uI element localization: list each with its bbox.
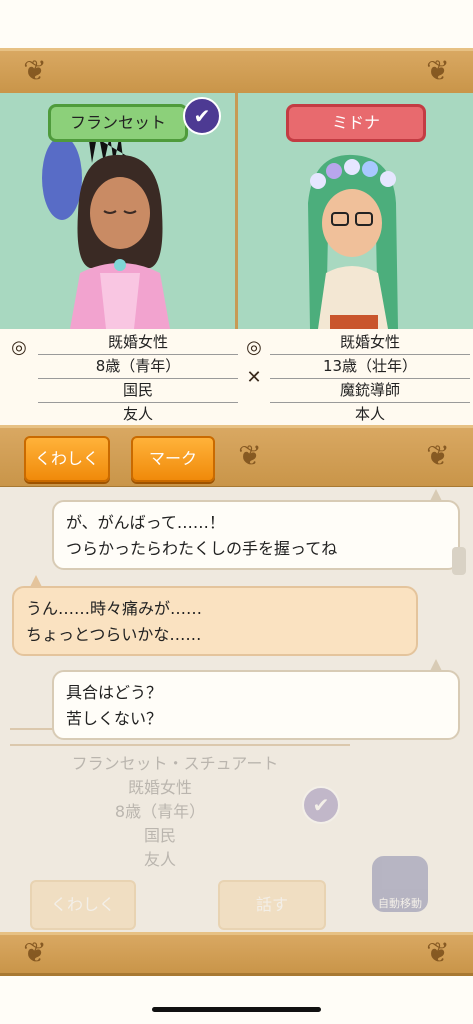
card-info-age: 8歳（青年）	[114, 802, 206, 821]
left-character-portrait: フランセット ✔	[0, 93, 235, 329]
ornament-scroll-icon: ❦	[23, 54, 47, 87]
bubble-tail	[430, 659, 442, 671]
ornament-scroll-icon: ❦	[426, 439, 450, 472]
chat-message: 具合はどう？ 苦しくない？	[52, 670, 460, 740]
top-ornate-bar: ❦ ❦	[0, 48, 473, 96]
background-character-card: フランセット・スチュアート 既婚女性 8歳（青年） 国民 友人 ✔ くわしく 話…	[0, 728, 473, 932]
right-character-portrait: ミドナ	[238, 93, 473, 329]
scroll-handle[interactable]	[452, 547, 466, 575]
info-relation: 友人	[38, 403, 238, 427]
message-line: 具合はどう？	[66, 683, 163, 702]
check-icon[interactable]: ✔	[183, 97, 221, 135]
info-status: 既婚女性	[38, 331, 238, 355]
card-info-relation: 友人	[143, 850, 176, 869]
ornament-scroll-icon: ❦	[23, 936, 47, 969]
right-character-name: ミドナ	[331, 113, 380, 132]
info-status: 既婚女性	[270, 331, 470, 355]
card-info-status: 既婚女性	[127, 778, 192, 797]
bubble-tail	[30, 575, 42, 587]
auto-move-icon: 自動移動	[372, 856, 428, 912]
info-age: 13歳（壮年）	[270, 355, 470, 379]
bottom-ornate-bar: ❦ ❦	[0, 932, 473, 976]
message-line: が、がんばって……！	[66, 513, 225, 532]
bubble-tail	[430, 489, 442, 501]
card-info-occupation: 国民	[143, 826, 176, 845]
info-occupation: 魔銃導師	[270, 379, 470, 403]
ring-icon: ◎	[246, 337, 262, 358]
left-character-name-tag[interactable]: フランセット	[48, 104, 188, 142]
chat-message: が、がんばって……！ つらかったらわたくしの手を握ってね	[52, 500, 460, 570]
left-character-info: 既婚女性 8歳（青年） 国民 友人	[38, 331, 238, 427]
right-character-name-tag[interactable]: ミドナ	[286, 104, 426, 142]
info-occupation: 国民	[38, 379, 238, 403]
details-button[interactable]: くわしく	[24, 436, 110, 482]
check-icon: ✔	[302, 786, 340, 824]
card-full-name: フランセット・スチュアート	[71, 754, 279, 773]
message-line: ちょっとつらいかな……	[26, 625, 202, 644]
info-age: 8歳（青年）	[38, 355, 238, 379]
card-talk-button: 話す	[218, 880, 326, 930]
message-line: つらかったらわたくしの手を握ってね	[66, 539, 338, 558]
auto-move-label: 自動移動	[378, 897, 422, 910]
chat-message: うん……時々痛みが…… ちょっとつらいかな……	[12, 586, 418, 656]
message-line: 苦しくない？	[66, 709, 163, 728]
ornament-scroll-icon: ❦	[238, 439, 262, 472]
ring-icon: ◎	[11, 337, 27, 358]
card-details-button: くわしく	[30, 880, 136, 930]
mark-button[interactable]: マーク	[131, 436, 215, 482]
crossed-guns-icon: ✕	[246, 367, 262, 388]
info-relation: 本人	[270, 403, 470, 427]
home-indicator[interactable]	[152, 1007, 321, 1012]
ornament-scroll-icon: ❦	[426, 936, 450, 969]
message-line: うん……時々痛みが……	[26, 599, 203, 618]
right-character-info: 既婚女性 13歳（壮年） 魔銃導師 本人	[270, 331, 470, 427]
left-character-name: フランセット	[69, 113, 166, 132]
ornament-scroll-icon: ❦	[426, 54, 450, 87]
